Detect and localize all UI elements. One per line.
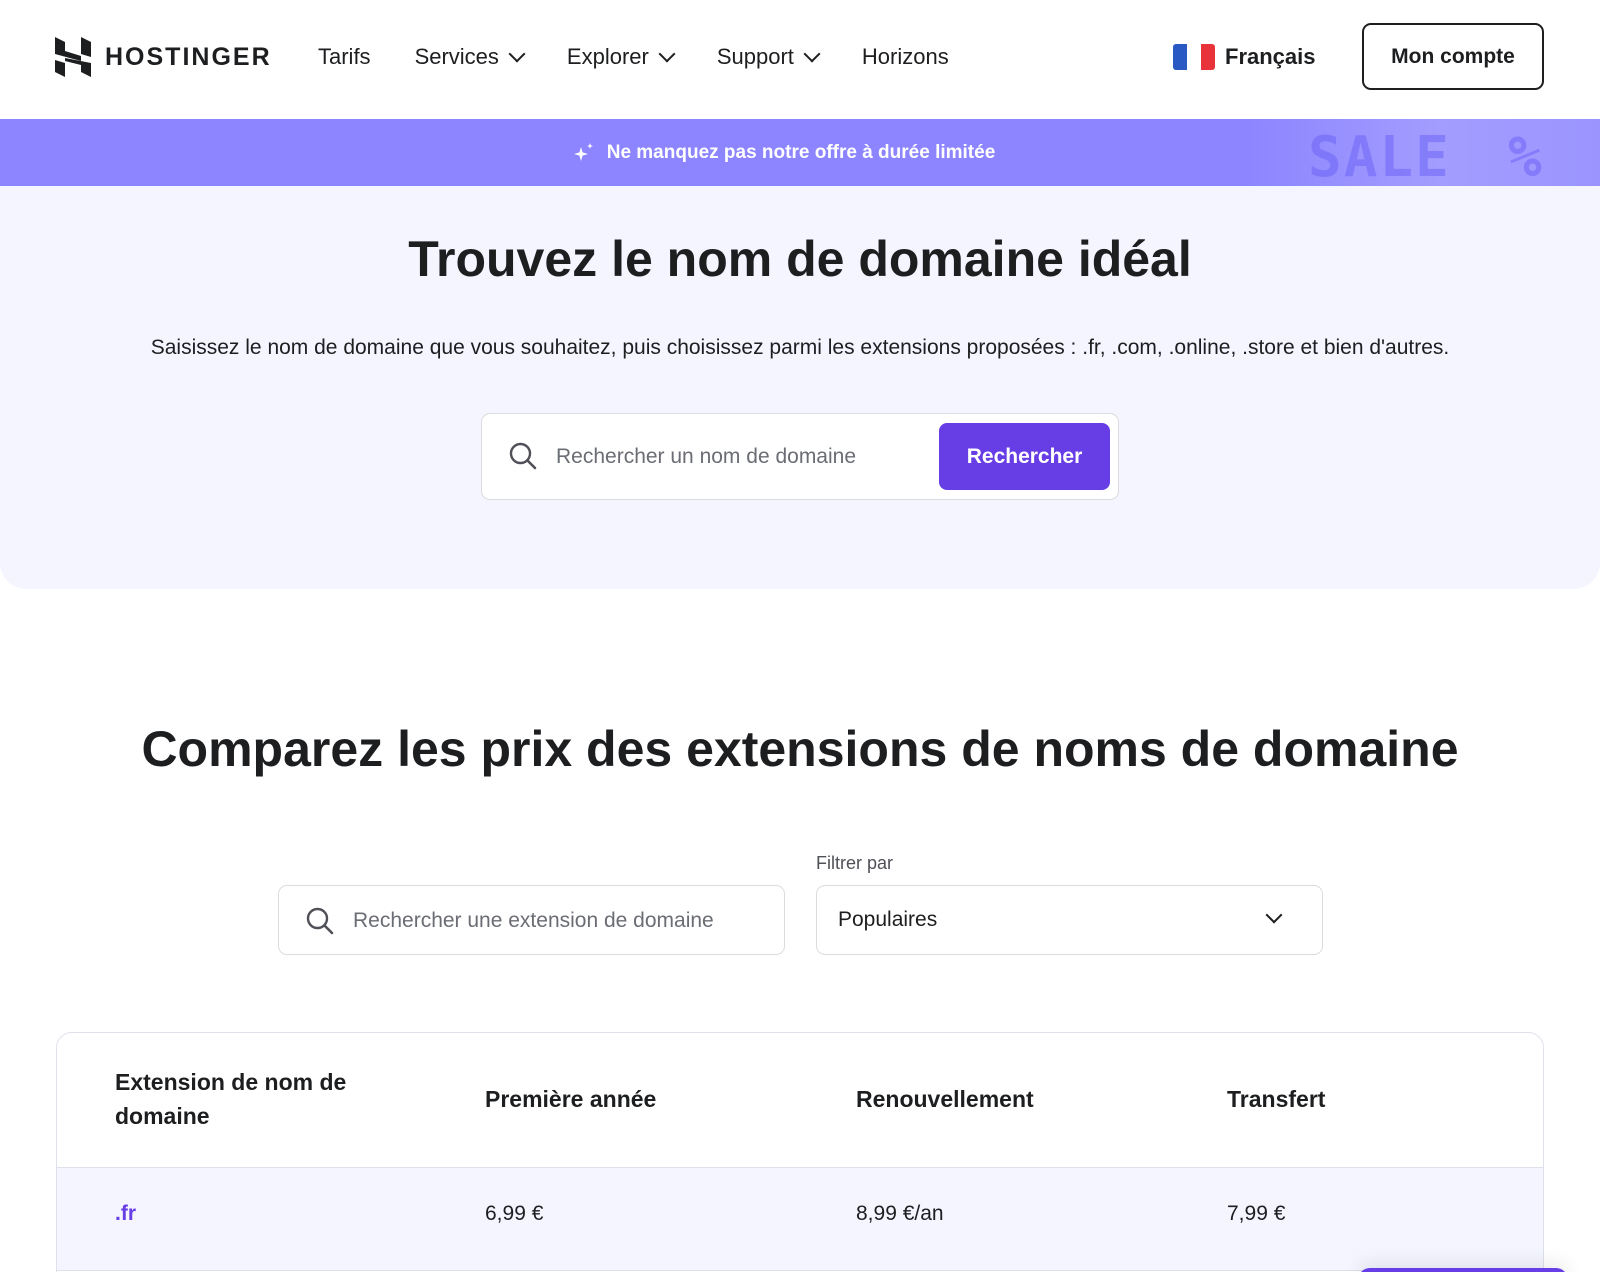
table-header: Extension de nom de domaine Première ann… [57, 1033, 1543, 1168]
domain-search-hero: Trouvez le nom de domaine idéal Saisisse… [0, 186, 1600, 589]
chevron-down-icon [508, 45, 526, 63]
cell-transfer: 7,99 € [1227, 1202, 1286, 1225]
account-button[interactable]: Mon compte [1362, 23, 1544, 90]
search-icon [509, 442, 537, 470]
nav-support[interactable]: Support [716, 40, 821, 74]
chat-widget-button[interactable] [1358, 1268, 1568, 1272]
chevron-down-icon [803, 45, 821, 63]
column-header-first-year: Première année [485, 1086, 657, 1112]
hero-title: Trouvez le nom de domaine idéal [408, 231, 1192, 287]
nav-label: Services [414, 44, 499, 69]
filter-label: Filtrer par [816, 853, 894, 873]
cell-renewal: 8,99 €/an [856, 1202, 944, 1225]
sale-decoration: SALE [1308, 125, 1451, 190]
language-label: Français [1225, 44, 1316, 69]
compare-title: Comparez les prix des extensions de noms… [141, 721, 1459, 777]
hostinger-logo-icon [55, 37, 91, 77]
brand-name: HOSTINGER [105, 42, 272, 71]
promo-banner[interactable]: Ne manquez pas notre offre à durée limit… [0, 119, 1600, 190]
language-selector[interactable]: Français [1173, 40, 1316, 74]
extension-search-box [278, 885, 785, 955]
hero-subtitle: Saisissez le nom de domaine que vous sou… [150, 336, 1450, 359]
cell-first-year: 6,99 € [485, 1202, 544, 1225]
chevron-down-icon [658, 45, 676, 63]
column-header-transfer: Transfert [1227, 1086, 1326, 1112]
main-nav: Tarifs Services Explorer Support Horizon… [318, 40, 949, 74]
table-row: .fr 6,99 € 8,99 €/an 7,99 € [57, 1168, 1543, 1271]
sparkle-icon [573, 142, 593, 161]
column-header-extension: Extension de nom de domaine [115, 1069, 347, 1129]
domain-search-box: Rechercher [481, 413, 1119, 500]
search-button[interactable]: Rechercher [939, 423, 1110, 490]
nav-explorer[interactable]: Explorer [566, 40, 676, 74]
france-flag-icon [1173, 44, 1215, 70]
nav-label: Support [716, 44, 794, 69]
filter-value: Populaires [838, 908, 938, 931]
percent-decoration: % [1508, 125, 1544, 190]
hostinger-logo[interactable]: HOSTINGER [55, 37, 272, 77]
filter-select[interactable]: Populaires [816, 885, 1323, 955]
extension-search-input[interactable] [353, 898, 773, 944]
nav-label: Horizons [861, 44, 949, 69]
nav-services[interactable]: Services [414, 40, 526, 74]
column-header-renewal: Renouvellement [856, 1086, 1034, 1112]
domain-search-input[interactable] [556, 434, 926, 480]
nav-horizons[interactable]: Horizons [862, 40, 949, 74]
nav-label: Tarifs [318, 44, 371, 69]
search-icon [306, 907, 334, 935]
nav-tarifs[interactable]: Tarifs [318, 40, 371, 74]
promo-text: Ne manquez pas notre offre à durée limit… [606, 141, 996, 163]
pricing-table: Extension de nom de domaine Première ann… [56, 1032, 1544, 1272]
cell-extension[interactable]: .fr [115, 1202, 136, 1226]
site-header: HOSTINGER Tarifs Services Explorer Suppo… [0, 0, 1600, 119]
chevron-down-icon [1265, 906, 1283, 924]
nav-label: Explorer [566, 44, 649, 69]
